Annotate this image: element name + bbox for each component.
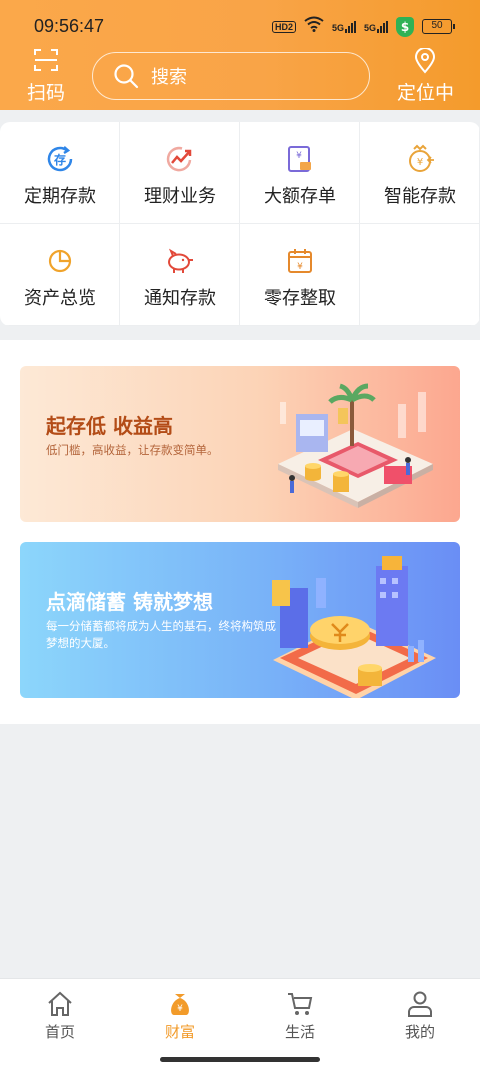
scan-label: 扫码 [26, 82, 65, 104]
promo-banner-low-threshold[interactable]: 起存低 收益高 低门槛，高收益，让存款变简单。 [20, 366, 460, 522]
banner-description: 低门槛，高收益，让存款变简单。 [46, 443, 219, 457]
home-indicator[interactable] [160, 1057, 320, 1062]
service-label: 定期存款 [24, 186, 96, 207]
tab-label: 生活 [284, 1023, 315, 1041]
savings-store-illustration [278, 383, 433, 508]
service-label: 理财业务 [144, 186, 216, 207]
home-icon [48, 991, 72, 1016]
tab-label: 首页 [44, 1023, 75, 1041]
service-smart-deposit[interactable]: ¥ 智能存款 [360, 122, 480, 224]
signal-icon-2: 5G [364, 20, 388, 33]
coin-city-illustration [272, 556, 436, 698]
service-label: 通知存款 [144, 288, 216, 309]
search-placeholder: 搜索 [151, 67, 187, 88]
service-asset-overview[interactable]: 资产总览 [0, 224, 120, 326]
svg-text:¥: ¥ [297, 262, 303, 272]
services-grid: 存 定期存款 理财业务 ¥ 大额存单 ¥ 智能存款 资产总览 通知存款 ¥ 零存… [0, 122, 480, 326]
header: 09:56:47 HD2 5G 5G $ 50 扫码 搜索 定位中 [0, 0, 480, 110]
search-icon [114, 64, 139, 89]
search-input[interactable]: 搜索 [92, 52, 370, 100]
banner-title: 点滴储蓄 铸就梦想 [46, 590, 213, 614]
tab-label: 我的 [404, 1023, 435, 1041]
banner-title: 起存低 收益高 [46, 414, 173, 438]
svg-text:¥: ¥ [177, 1004, 183, 1014]
tab-label: 财富 [164, 1023, 195, 1041]
tab-wealth[interactable]: ¥ 财富 [120, 991, 240, 1042]
hd-badge: HD2 [271, 20, 296, 33]
location-button[interactable]: 定位中 [397, 48, 454, 105]
wifi-icon [304, 16, 324, 37]
service-label: 资产总览 [24, 288, 96, 309]
wealth-trend-icon [166, 146, 192, 172]
service-label: 智能存款 [384, 186, 456, 207]
service-notice-deposit[interactable]: 通知存款 [120, 224, 240, 326]
svg-text:¥: ¥ [417, 157, 423, 168]
battery-indicator: 50 [422, 19, 455, 34]
promo-banner-dream-savings[interactable]: 点滴储蓄 铸就梦想 每一分储蓄都将成为人生的基石，终将构筑成梦想的大厦。 [20, 542, 460, 698]
svg-text:¥: ¥ [296, 151, 302, 161]
fixed-deposit-icon: 存 [47, 146, 73, 172]
scan-icon [34, 49, 58, 71]
tab-home[interactable]: 首页 [0, 991, 120, 1042]
location-label: 定位中 [396, 82, 454, 104]
asset-pie-icon [48, 249, 72, 273]
service-label: 大额存单 [264, 186, 336, 207]
user-icon [408, 991, 432, 1017]
service-label: 零存整取 [264, 288, 336, 309]
svg-text:存: 存 [53, 152, 66, 167]
status-bar: 09:56:47 HD2 5G 5G $ 50 [0, 0, 480, 48]
signal-icon: 5G [332, 20, 356, 33]
shopping-cart-icon [288, 993, 313, 1015]
service-empty-cell [360, 224, 480, 326]
piggy-bank-icon [168, 248, 193, 273]
tab-mine[interactable]: 我的 [360, 991, 480, 1042]
location-pin-icon [415, 48, 436, 74]
money-bag-icon: ¥ [171, 994, 189, 1015]
promo-banners: 起存低 收益高 低门槛，高收益，让存款变简单。 点滴储蓄 铸就梦想 每一分储蓄都… [0, 340, 480, 724]
dollar-shield-icon: $ [396, 16, 414, 37]
calendar-deposit-icon: ¥ [288, 249, 312, 273]
service-large-deposit[interactable]: ¥ 大额存单 [240, 122, 360, 224]
large-deposit-icon: ¥ [288, 146, 311, 172]
service-installment-deposit[interactable]: ¥ 零存整取 [240, 224, 360, 326]
tab-life[interactable]: 生活 [240, 991, 360, 1042]
banner-description: 每一分储蓄都将成为人生的基石，终将构筑成梦想的大厦。 [46, 619, 276, 650]
status-time: 09:56:47 [34, 16, 105, 36]
smart-deposit-icon: ¥ [409, 144, 434, 172]
service-wealth[interactable]: 理财业务 [120, 122, 240, 224]
scan-button[interactable]: 扫码 [24, 48, 68, 105]
status-icons: HD2 5G 5G $ 50 [271, 16, 455, 37]
service-fixed-deposit[interactable]: 存 定期存款 [0, 122, 120, 224]
